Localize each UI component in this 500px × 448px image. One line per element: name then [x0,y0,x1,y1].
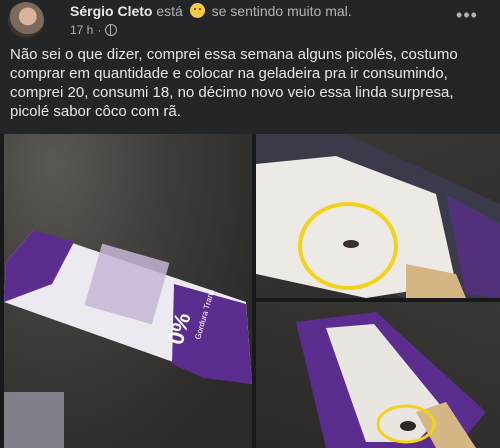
meta-separator: · [97,23,102,37]
photo-popsicle-wrapper[interactable] [256,302,500,448]
author-name[interactable]: Sérgio Cleto [70,3,152,19]
sad-face-icon [189,3,205,18]
more-options-button[interactable]: ••• [452,6,482,30]
post-body-text: Não sei o que dizer, comprei essa semana… [10,46,458,120]
post-author-line: Sérgio Cleto está se sentindo muito mal. [70,3,352,19]
popsicle-wrapper-illustration [296,312,486,448]
globe-icon [105,24,118,36]
photo-popsicle-closeup[interactable] [256,134,500,298]
popsicle-closeup-illustration [256,134,500,298]
post-meta: 17 h · [70,23,118,37]
feeling-text: se sentindo muito mal. [211,3,352,19]
post-body: Não sei o que dizer, comprei essa semana… [10,45,492,121]
author-avatar[interactable] [8,2,44,38]
wrapped-popsicle-illustration: 0% Gordura Trans [4,230,252,448]
feeling-verb: está [156,3,183,19]
post-header: Sérgio Cleto está se sentindo muito mal.… [0,0,500,44]
post-timestamp[interactable]: 17 h [70,23,93,37]
facebook-post: Sérgio Cleto está se sentindo muito mal.… [0,0,500,448]
photo-gallery: 0% Gordura Trans [0,134,500,448]
photo-wrapped-popsicle[interactable]: 0% Gordura Trans [4,134,252,448]
